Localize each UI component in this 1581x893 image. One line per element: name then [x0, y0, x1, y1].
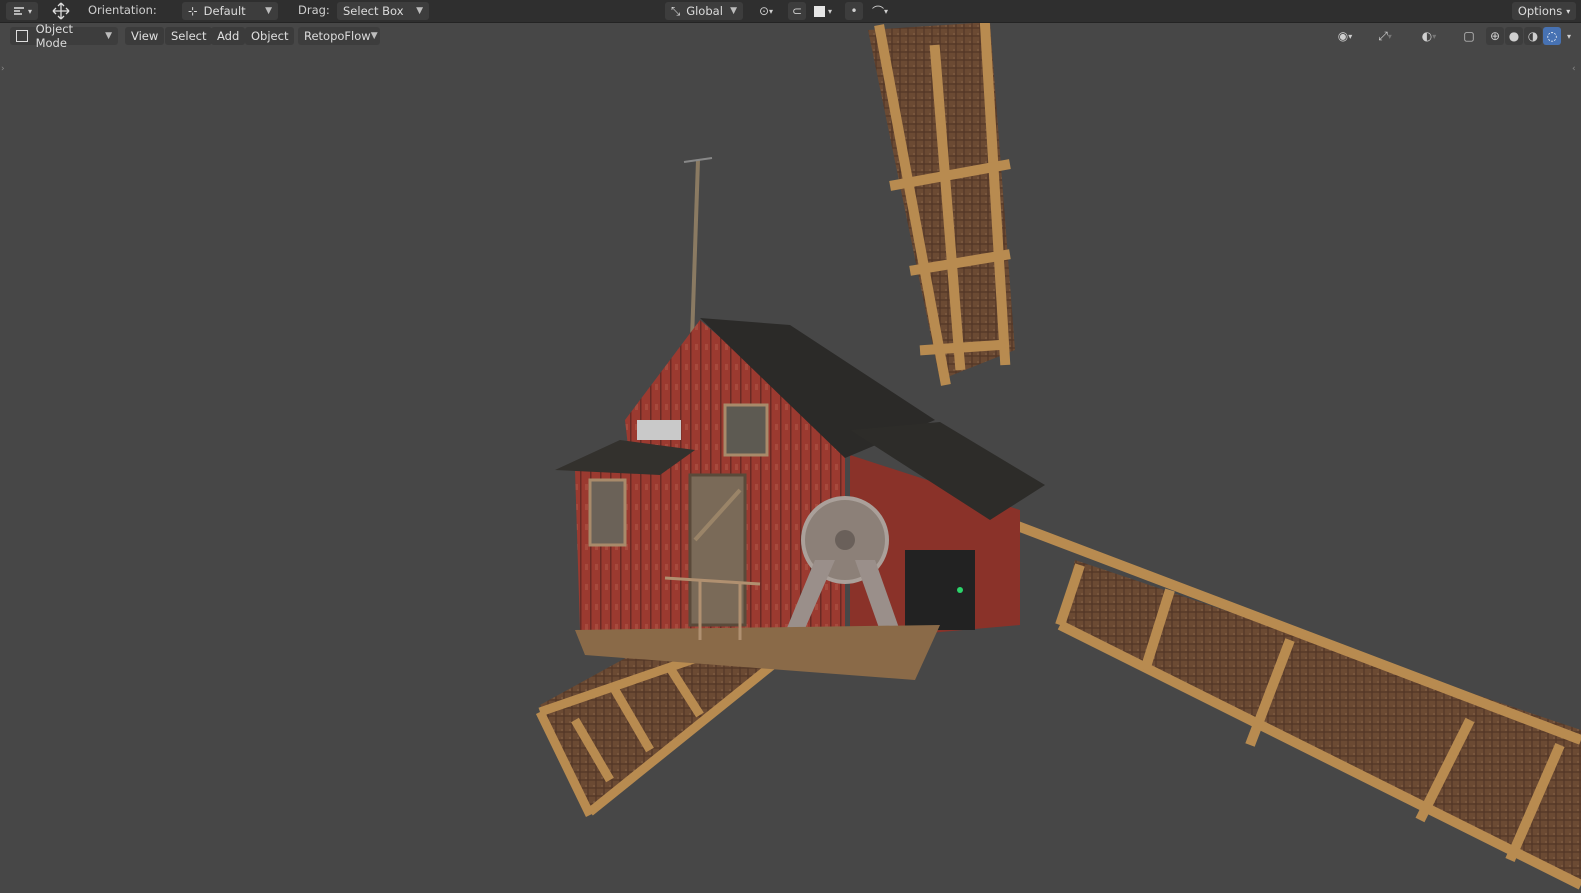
proportional-edit-icon[interactable]: • [845, 2, 863, 20]
tool-settings-icon[interactable]: ▾ [6, 2, 38, 20]
chevron-down-icon: ▼ [265, 6, 272, 16]
viewport-header: Object Mode ▼ View Select Add Object Ret… [0, 22, 1581, 50]
transform-space-icon: ⤡ [671, 3, 681, 18]
object-mode-icon [16, 30, 28, 42]
viewport-3d[interactable] [0, 0, 1581, 893]
tool-settings-bar: ▾ Orientation: ⊹ Default ▼ Drag: Select … [0, 0, 1581, 23]
overlays-icon[interactable]: ◐ ▾ [1414, 27, 1444, 45]
drag-value: Select Box [343, 4, 404, 18]
sidebar-expand-icon[interactable]: ‹ [1572, 64, 1576, 74]
eye-visibility-icon[interactable]: ◉ ▾ [1330, 27, 1360, 45]
transform-space-value: Global [686, 4, 723, 18]
retopoflow-label: RetopoFlow [304, 29, 371, 43]
menu-select[interactable]: Select [165, 27, 213, 45]
snap-magnet-icon[interactable]: ⊂ [788, 2, 806, 20]
chevron-down-icon: ▼ [370, 31, 378, 41]
chevron-down-icon: ▼ [730, 6, 737, 16]
menu-object[interactable]: Object [245, 27, 295, 45]
gizmo-icon[interactable]: ⤢ ▾ [1370, 27, 1400, 45]
solid-shading-icon[interactable]: ● [1505, 27, 1523, 45]
shading-options-chevron-icon[interactable]: ▾ [1562, 27, 1576, 45]
axis-orientation-icon: ⊹ [188, 4, 198, 18]
snap-target-icon[interactable]: ▾ [808, 2, 838, 20]
pivot-point-icon[interactable]: ⊙ ▾ [752, 2, 780, 20]
chevron-down-icon: ▼ [416, 6, 423, 16]
options-dropdown[interactable]: Options ▾ [1512, 2, 1576, 20]
toolbar-expand-icon[interactable]: › [1, 64, 5, 74]
falloff-curve-icon[interactable]: ⌒ ▾ [865, 2, 895, 20]
material-preview-icon[interactable]: ◑ [1524, 27, 1542, 45]
windmill-blade-top [868, 19, 1015, 386]
xray-icon[interactable]: ▢ [1460, 27, 1478, 45]
menu-view[interactable]: View [125, 27, 165, 45]
chevron-down-icon: ▾ [1566, 6, 1571, 16]
wireframe-shading-icon[interactable]: ⊕ [1486, 27, 1504, 45]
orientation-dropdown[interactable]: ⊹ Default ▼ [182, 2, 278, 20]
orientation-label: Orientation: [88, 3, 157, 17]
move-arrows-icon[interactable] [52, 2, 70, 20]
rendered-shading-icon[interactable]: ◌ [1543, 27, 1561, 45]
menu-add[interactable]: Add [211, 27, 246, 45]
retopoflow-dropdown[interactable]: RetopoFlow ▼ [298, 27, 380, 45]
mode-value: Object Mode [35, 22, 74, 50]
mode-dropdown[interactable]: Object Mode ▼ [10, 22, 118, 50]
drag-label: Drag: [298, 3, 330, 17]
chevron-down-icon: ▼ [105, 31, 112, 41]
drag-dropdown[interactable]: Select Box ▼ [337, 2, 429, 20]
transform-space-dropdown[interactable]: ⤡ Global ▼ [665, 2, 743, 20]
options-label: Options [1517, 4, 1563, 18]
windmill-blade-right [1013, 520, 1581, 890]
windmill-blade-bottom-left [535, 645, 790, 817]
orientation-value: Default [203, 4, 246, 18]
